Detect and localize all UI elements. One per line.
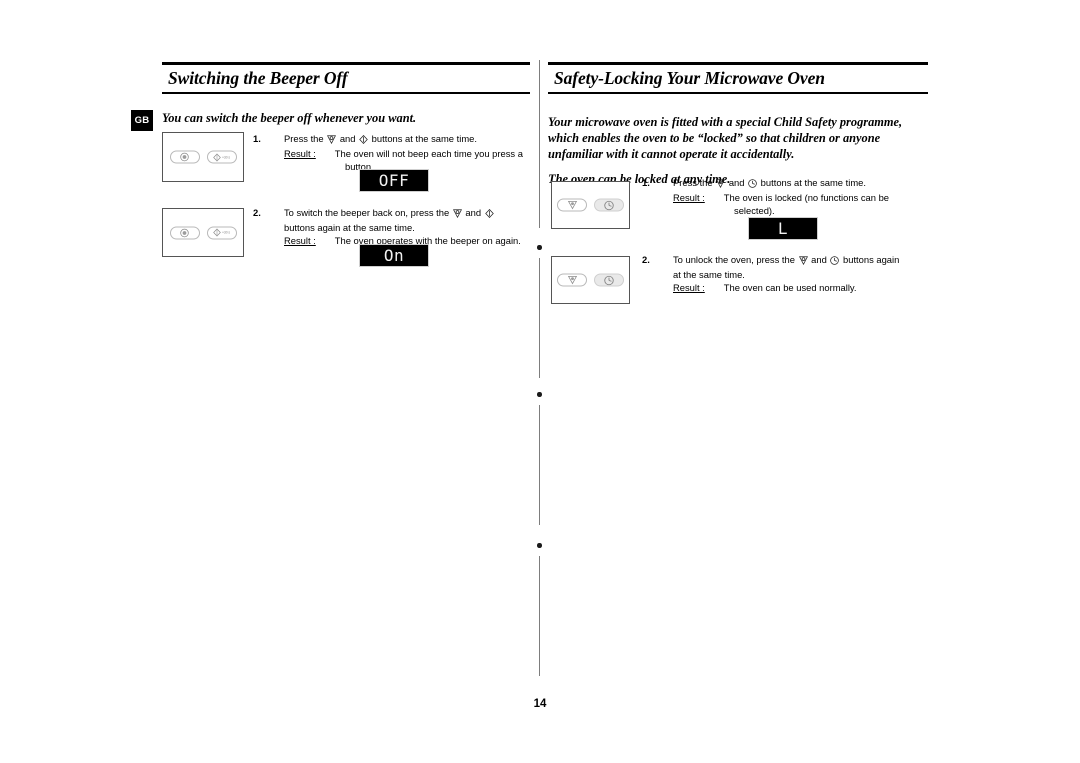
step-instruction-line: Press the and buttons at the same time.	[284, 132, 538, 147]
led-display-on: On	[359, 244, 429, 267]
stop-clear-button[interactable]	[557, 273, 587, 287]
left-column: Switching the Beeper Off You can switch …	[162, 62, 530, 126]
step-instruction-line: To unlock the oven, press the and button…	[673, 253, 934, 268]
divider-dot	[537, 543, 542, 548]
step-result-row: Result : The oven will not beep each tim…	[284, 147, 538, 160]
panel-button-row	[552, 273, 629, 287]
step-number: 2.	[642, 254, 650, 265]
control-panel-illustration: +30 s	[162, 208, 244, 257]
led-display-text: On	[383, 245, 405, 265]
control-panel-illustration	[551, 256, 630, 304]
right-column: Safety-Locking Your Microwave Oven Your …	[548, 62, 928, 187]
power-plus-30s-button[interactable]: +30 s	[206, 150, 237, 164]
page-number: 14	[533, 698, 547, 710]
stop-clear-button[interactable]	[557, 198, 587, 212]
step-instruction-line: Press the and buttons at the same time.	[673, 176, 932, 191]
left-step-2: 2. To switch the beeper back on, press t…	[253, 206, 541, 248]
panel-button-row: +30 s	[163, 226, 243, 239]
left-intro-text: You can switch the beeper off whenever y…	[162, 110, 417, 125]
step-number: 2.	[253, 207, 261, 218]
control-panel-illustration	[551, 181, 630, 229]
result-label: Result :	[673, 191, 705, 203]
heading-rule-bottom	[162, 92, 530, 94]
stop-clear-icon	[452, 208, 462, 221]
clock-button[interactable]	[594, 273, 624, 287]
right-page-title: Safety-Locking Your Microwave Oven	[554, 68, 825, 88]
right-step-1: 1. Press the and buttons at the same tim…	[642, 176, 932, 218]
result-label: Result :	[284, 147, 316, 159]
step-instruction-line-2: buttons again at the same time.	[284, 221, 415, 233]
right-step-2: 2. To unlock the oven, press the and but…	[642, 253, 934, 295]
stop-clear-icon	[327, 134, 337, 147]
stop-clear-icon	[798, 255, 808, 268]
divider-dot	[537, 245, 542, 250]
result-value-continued: selected).	[734, 205, 775, 217]
led-display-off: OFF	[359, 169, 429, 192]
button-mini-label: +30 s	[222, 230, 230, 235]
result-value: The oven will not beep each time you pre…	[334, 147, 523, 159]
result-value: The oven can be used normally.	[723, 282, 857, 294]
result-label: Result :	[673, 282, 705, 294]
step-number: 1.	[642, 177, 650, 188]
clock-button[interactable]	[594, 198, 624, 212]
panel-button-row	[552, 198, 629, 212]
step-number: 1.	[253, 133, 261, 144]
clock-icon	[748, 178, 757, 191]
result-label: Result :	[284, 235, 316, 247]
step-instruction-line-2: at the same time.	[673, 268, 745, 280]
power-icon	[484, 208, 494, 221]
led-display-lock: L	[748, 217, 818, 240]
power-icon	[359, 134, 368, 147]
left-step-1: 1. Press the and buttons at the same tim…	[253, 132, 538, 174]
divider-dot	[537, 392, 542, 397]
step-instruction-line: To switch the beeper back on, press the …	[284, 206, 541, 221]
left-page-title: Switching the Beeper Off	[168, 68, 348, 88]
manual-page: GB Switching the Beeper Off You can swit…	[0, 0, 1080, 763]
stop-clear-button[interactable]	[169, 150, 200, 164]
right-intro-paragraph: Your microwave oven is fitted with a spe…	[548, 114, 903, 162]
heading-rule-bottom	[548, 92, 928, 94]
divider-segment	[539, 405, 540, 525]
led-display-text: OFF	[378, 170, 410, 190]
button-mini-label: +30 s	[222, 155, 230, 159]
divider-segment	[539, 556, 540, 676]
result-value: The oven is locked (no functions can be	[723, 191, 889, 203]
step-result-row: Result : The oven is locked (no function…	[673, 191, 932, 204]
control-panel-illustration: +30 s	[162, 132, 244, 182]
step-result-row: Result : The oven can be used normally.	[673, 281, 934, 294]
stop-clear-button[interactable]	[169, 226, 200, 239]
clock-icon	[830, 255, 840, 268]
led-display-text: L	[777, 218, 789, 238]
power-plus-30s-button[interactable]: +30 s	[206, 226, 237, 239]
locale-badge: GB	[131, 110, 153, 131]
stop-clear-icon	[716, 178, 726, 191]
divider-segment	[539, 258, 540, 378]
panel-button-row: +30 s	[163, 150, 243, 164]
divider-segment	[539, 60, 540, 228]
